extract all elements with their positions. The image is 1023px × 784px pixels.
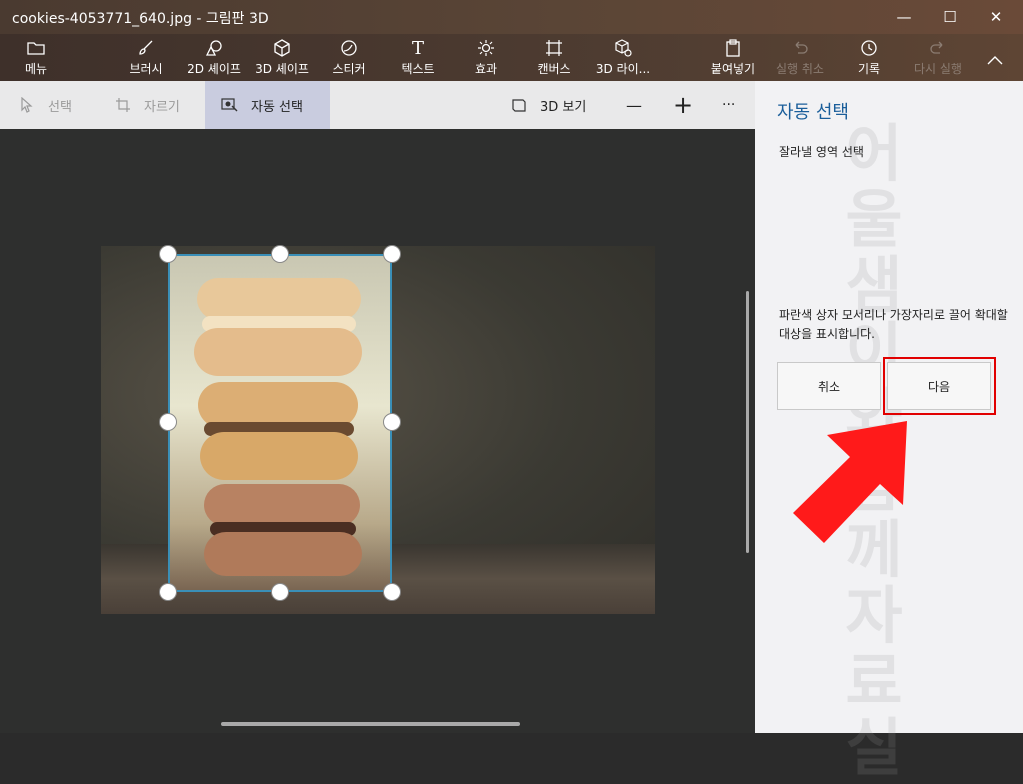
vertical-scrollbar[interactable] (746, 291, 749, 553)
magic-select-panel: 어울샘이와 함께 자료실 자동 선택 잘라낼 영역 선택 파란색 상자 모서리나… (755, 81, 1023, 781)
sun-icon (476, 38, 496, 58)
view-3d-icon (510, 96, 528, 114)
canvas-tab[interactable]: 캔버스 (533, 34, 575, 81)
redo-label: 다시 실행 (914, 62, 962, 76)
folder-icon (26, 38, 46, 58)
horizontal-scrollbar[interactable] (221, 722, 520, 726)
pointer-arrow-icon (793, 421, 907, 543)
history-icon (859, 38, 879, 58)
selection-box[interactable] (168, 254, 392, 592)
macaron-top-shell (197, 278, 361, 320)
macaron-top-bottom-shell (194, 328, 362, 376)
resize-handle-left[interactable] (159, 413, 177, 431)
library3d-tab[interactable]: 3D 라이... (593, 34, 653, 81)
text-label: 텍스트 (401, 62, 435, 76)
library3d-label: 3D 라이... (595, 62, 651, 76)
zoom-out-button[interactable]: — (626, 81, 642, 129)
undo-icon (790, 38, 810, 58)
resize-handle-bottom[interactable] (271, 583, 289, 601)
macaron-middle-bottom-shell (200, 432, 358, 480)
view-3d-button[interactable]: 3D 보기 (510, 81, 586, 129)
text-icon: T (411, 37, 424, 59)
resize-handle-bottom-left[interactable] (159, 583, 177, 601)
magic-select-icon (221, 96, 239, 114)
resize-handle-bottom-right[interactable] (383, 583, 401, 601)
select-label: 선택 (48, 99, 72, 115)
paste-button[interactable]: 붙여넣기 (707, 34, 759, 81)
select-button[interactable]: 선택 (18, 81, 72, 129)
close-button[interactable]: ✕ (973, 0, 1019, 34)
cancel-button[interactable]: 취소 (777, 362, 881, 410)
zoom-in-button[interactable]: + (673, 81, 693, 129)
brush-icon (136, 38, 156, 58)
magic-select-button[interactable]: 자동 선택 (205, 81, 330, 129)
undo-label: 실행 취소 (776, 62, 824, 76)
magic-select-label: 자동 선택 (251, 99, 303, 115)
window-title: cookies-4053771_640.jpg - 그림판 3D (12, 11, 269, 27)
view-3d-label: 3D 보기 (540, 99, 587, 115)
canvas-label: 캔버스 (537, 62, 571, 76)
resize-handle-right[interactable] (383, 413, 401, 431)
panel-description: 파란색 상자 모서리나 가장자리로 끌어 확대할 대상을 표시합니다. (779, 308, 1008, 341)
history-button[interactable]: 기록 (854, 34, 884, 81)
maximize-button[interactable]: ☐ (927, 0, 973, 34)
stickers-tab[interactable]: 스티커 (326, 34, 372, 81)
sticker-icon (339, 38, 359, 58)
effects-label: 효과 (474, 62, 498, 76)
resize-handle-top[interactable] (271, 245, 289, 263)
collapse-ribbon-button[interactable] (982, 34, 1008, 81)
brushes-label: 브러시 (129, 62, 163, 76)
cube-icon (272, 38, 292, 58)
macaron-bottom-bottom-shell (204, 532, 362, 576)
paste-label: 붙여넣기 (710, 62, 756, 76)
shapes3d-tab[interactable]: 3D 셰이프 (252, 34, 312, 81)
text-tab[interactable]: T 텍스트 (397, 34, 439, 81)
effects-tab[interactable]: 효과 (471, 34, 501, 81)
canvas-icon (544, 38, 564, 58)
cursor-icon (18, 96, 36, 114)
next-button-highlight (883, 357, 996, 415)
resize-handle-top-left[interactable] (159, 245, 177, 263)
clipboard-icon (723, 38, 743, 58)
minimize-button[interactable]: — (881, 0, 927, 34)
crop-icon (114, 96, 132, 114)
brushes-tab[interactable]: 브러시 (125, 34, 167, 81)
crop-button[interactable]: 자르기 (114, 81, 180, 129)
stickers-label: 스티커 (332, 62, 366, 76)
menu-button[interactable]: 메뉴 (18, 34, 54, 81)
title-bar: cookies-4053771_640.jpg - 그림판 3D — ☐ ✕ (0, 0, 1023, 34)
resize-handle-top-right[interactable] (383, 245, 401, 263)
shapes2d-label: 2D 셰이프 (187, 62, 241, 76)
shapes3d-label: 3D 셰이프 (255, 62, 309, 76)
sub-toolbar: 선택 자르기 자동 선택 3D 보기 — + ··· (0, 81, 755, 129)
shapes-2d-icon (204, 38, 224, 58)
panel-title: 자동 선택 (777, 102, 849, 123)
chevron-up-icon (985, 50, 1005, 70)
library-3d-icon (613, 38, 633, 58)
shapes2d-tab[interactable]: 2D 셰이프 (184, 34, 244, 81)
more-options-button[interactable]: ··· (722, 81, 735, 129)
canvas-area[interactable] (0, 129, 755, 733)
redo-icon (928, 38, 948, 58)
panel-subtitle: 잘라낼 영역 선택 (779, 145, 864, 159)
undo-button[interactable]: 실행 취소 (772, 34, 828, 81)
crop-label: 자르기 (144, 99, 180, 115)
history-label: 기록 (857, 62, 881, 76)
menu-label: 메뉴 (24, 62, 48, 76)
main-ribbon: 메뉴 브러시 2D 셰이프 3D 셰이프 스티커 T 텍스트 효과 캔버스 3D… (0, 34, 1023, 81)
macaron-bottom-shell (204, 484, 360, 526)
redo-button[interactable]: 다시 실행 (910, 34, 966, 81)
